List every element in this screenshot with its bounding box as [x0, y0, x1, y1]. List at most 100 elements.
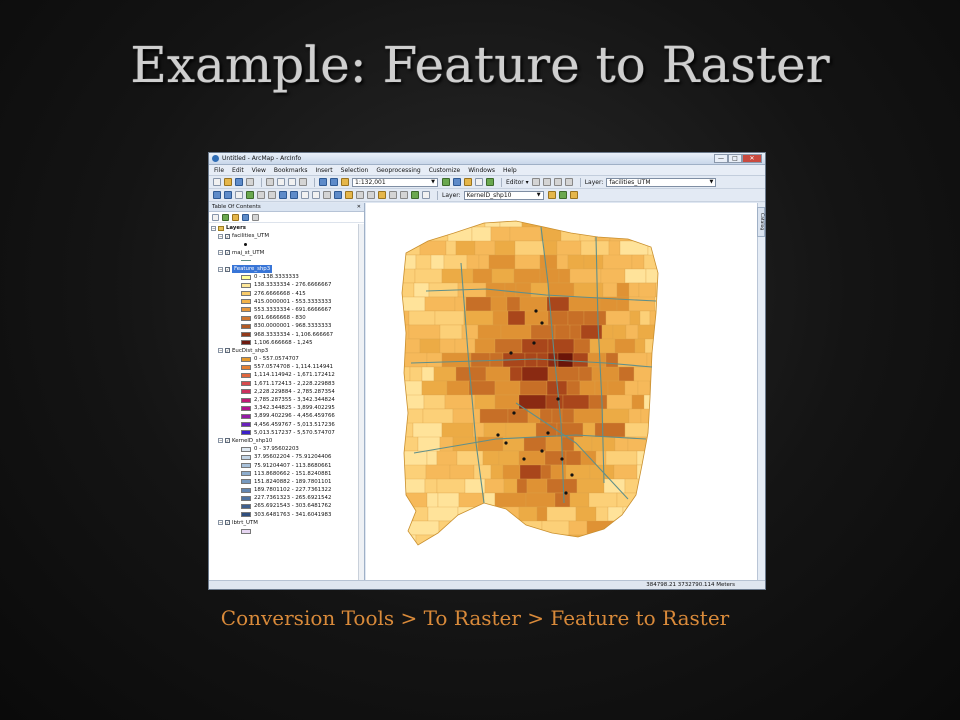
- hyperlink-icon[interactable]: [345, 191, 353, 199]
- toc-layer-eucdist-shp3[interactable]: − ✓ EucDist_shp3: [211, 347, 358, 355]
- facility-point[interactable]: [504, 441, 508, 445]
- facility-point[interactable]: [509, 351, 513, 355]
- menu-item-file[interactable]: File: [214, 167, 224, 174]
- menu-item-customize[interactable]: Customize: [429, 167, 461, 174]
- facility-point[interactable]: [540, 449, 544, 453]
- minimize-button[interactable]: —: [714, 153, 728, 163]
- toc-window-icon[interactable]: [453, 178, 461, 186]
- new-document-icon[interactable]: [213, 178, 221, 186]
- list-by-visibility-icon[interactable]: [232, 213, 239, 221]
- fixed-zoom-out-icon[interactable]: [268, 191, 276, 199]
- map-scale-combo[interactable]: 1:132,001 ▼: [352, 177, 438, 187]
- toc-layer-lbtrt-utm[interactable]: − ✓ lbtrt_UTM: [211, 519, 358, 527]
- collapse-icon[interactable]: −: [218, 438, 223, 444]
- facility-point[interactable]: [540, 321, 544, 325]
- collapse-icon[interactable]: −: [211, 225, 216, 231]
- adjust-transparency-icon[interactable]: [547, 191, 556, 199]
- menu-item-geoprocessing[interactable]: Geoprocessing: [376, 167, 420, 174]
- facility-point[interactable]: [564, 491, 568, 495]
- search-window-icon[interactable]: [475, 178, 483, 186]
- open-folder-icon[interactable]: [224, 178, 232, 186]
- undo-icon[interactable]: [319, 178, 327, 186]
- time-slider-icon[interactable]: [411, 191, 419, 199]
- fixed-zoom-in-icon[interactable]: [257, 191, 265, 199]
- maximize-button[interactable]: □: [728, 153, 742, 163]
- facility-point[interactable]: [560, 457, 564, 461]
- collapse-icon[interactable]: −: [218, 233, 223, 239]
- facility-point[interactable]: [512, 411, 516, 415]
- layer-visibility-checkbox[interactable]: ✓: [225, 438, 230, 444]
- construction-icon[interactable]: [553, 178, 562, 186]
- map-view[interactable]: [366, 203, 757, 580]
- layer-visibility-checkbox[interactable]: ✓: [225, 520, 230, 526]
- toc-root-layers[interactable]: − Layers: [211, 224, 358, 232]
- delete-icon[interactable]: [299, 178, 307, 186]
- find-icon[interactable]: [378, 191, 386, 199]
- collapse-icon[interactable]: −: [218, 266, 223, 272]
- layer-visibility-checkbox[interactable]: ✓: [225, 266, 230, 272]
- close-button[interactable]: ✕: [742, 153, 762, 163]
- menu-item-windows[interactable]: Windows: [468, 167, 495, 174]
- editor-toolbar-icon[interactable]: [442, 178, 450, 186]
- identify-icon[interactable]: [334, 191, 342, 199]
- arctoolbox-icon[interactable]: [486, 178, 494, 186]
- zoom-out-icon[interactable]: [224, 191, 232, 199]
- toc-scrollbar[interactable]: [358, 224, 364, 580]
- options-icon[interactable]: [252, 213, 259, 221]
- select-features-icon[interactable]: [301, 191, 309, 199]
- pan-icon[interactable]: [235, 191, 243, 199]
- facility-point[interactable]: [532, 341, 536, 345]
- print-icon[interactable]: [246, 178, 254, 186]
- create-viewer-icon[interactable]: [422, 191, 430, 199]
- toc-layer-facilities-utm[interactable]: − ✓ facilities_UTM: [211, 232, 358, 240]
- facility-point[interactable]: [496, 433, 500, 437]
- layer-visibility-checkbox[interactable]: ✓: [225, 348, 230, 354]
- split-icon[interactable]: [564, 178, 573, 186]
- effects-layer-select[interactable]: KernelD_shp10 ▼: [463, 190, 544, 200]
- facility-point[interactable]: [570, 473, 574, 477]
- flicker-icon[interactable]: [569, 191, 578, 199]
- menu-item-bookmarks[interactable]: Bookmarks: [274, 167, 308, 174]
- close-icon[interactable]: ✕: [357, 204, 361, 210]
- layer-visibility-checkbox[interactable]: ✓: [225, 233, 230, 239]
- paste-icon[interactable]: [288, 178, 296, 186]
- catalog-window-icon[interactable]: [464, 178, 472, 186]
- toc-layer-feature-shp3[interactable]: − ✓ Feature_shp3: [211, 265, 358, 274]
- map-canvas[interactable]: [366, 203, 751, 580]
- add-data-icon[interactable]: [341, 178, 349, 186]
- find-route-icon[interactable]: [389, 191, 397, 199]
- copy-icon[interactable]: [277, 178, 285, 186]
- list-by-source-icon[interactable]: [222, 213, 229, 221]
- save-icon[interactable]: [235, 178, 243, 186]
- menu-item-selection[interactable]: Selection: [341, 167, 369, 174]
- layer-select[interactable]: facilities_UTM ▼: [606, 177, 717, 187]
- menu-item-help[interactable]: Help: [503, 167, 517, 174]
- select-elements-icon[interactable]: [323, 191, 331, 199]
- sketch-tool-icon[interactable]: [542, 178, 551, 186]
- facility-point[interactable]: [556, 397, 560, 401]
- toc-layer-kerneld-shp10[interactable]: − ✓ KernelD_shp10: [211, 437, 358, 445]
- menu-item-insert[interactable]: Insert: [315, 167, 332, 174]
- forward-extent-icon[interactable]: [290, 191, 298, 199]
- swipe-icon[interactable]: [558, 191, 567, 199]
- facility-point[interactable]: [522, 457, 526, 461]
- layer-visibility-checkbox[interactable]: ✓: [225, 250, 230, 256]
- back-extent-icon[interactable]: [279, 191, 287, 199]
- toc-layer-maj-st-utm[interactable]: − ✓ maj_st_UTM: [211, 249, 358, 257]
- html-popup-icon[interactable]: [356, 191, 364, 199]
- cut-icon[interactable]: [266, 178, 274, 186]
- go-to-xy-icon[interactable]: [400, 191, 408, 199]
- clear-selection-icon[interactable]: [312, 191, 320, 199]
- collapse-icon[interactable]: −: [218, 520, 223, 526]
- edit-tool-icon[interactable]: [531, 178, 540, 186]
- menu-item-edit[interactable]: Edit: [232, 167, 244, 174]
- catalog-tab[interactable]: Catalog: [757, 207, 765, 237]
- measure-icon[interactable]: [367, 191, 375, 199]
- menu-item-view[interactable]: View: [252, 167, 266, 174]
- collapse-icon[interactable]: −: [218, 348, 223, 354]
- facility-point[interactable]: [534, 309, 538, 313]
- list-by-drawing-order-icon[interactable]: [212, 213, 219, 221]
- editor-menu[interactable]: Editor ▾: [506, 179, 529, 186]
- facility-point[interactable]: [546, 431, 550, 435]
- collapse-icon[interactable]: −: [218, 250, 223, 256]
